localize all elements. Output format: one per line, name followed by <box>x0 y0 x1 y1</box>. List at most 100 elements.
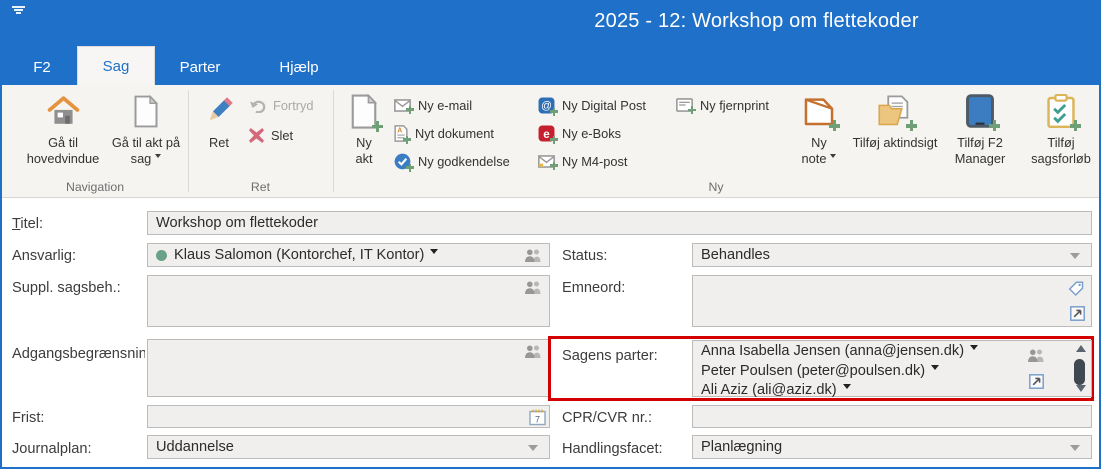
journalplan-dropdown[interactable]: Uddannelse <box>147 435 550 459</box>
sagens-parter-field[interactable]: Anna Isabella Jensen (anna@jensen.dk) Pe… <box>692 340 1092 397</box>
plus-badge-icon <box>688 106 696 114</box>
plus-badge-icon <box>906 120 917 131</box>
status-label: Status: <box>562 248 607 264</box>
add-f2-manager-label: Tilføj F2 Manager <box>955 135 1006 166</box>
undo-button[interactable]: Fortryd <box>249 95 314 115</box>
people-icon[interactable] <box>523 345 542 359</box>
remote-print-icon <box>676 98 693 112</box>
titel-field[interactable]: Workshop om flettekoder <box>147 211 1092 235</box>
edit-label: Ret <box>209 135 229 150</box>
scroll-down-icon[interactable] <box>1076 385 1086 392</box>
sagens-parter-highlight-box: Sagens parter: Anna Isabella Jensen (ann… <box>548 336 1094 401</box>
party-entry[interactable]: Ali Aziz (ali@aziz.dk) <box>701 381 1083 401</box>
presence-dot-icon <box>156 250 167 261</box>
status-dropdown[interactable]: Behandles <box>692 243 1092 267</box>
ribbon: Gå til hovedvindue Gå til akt på sag Nav… <box>2 85 1099 198</box>
group-label-ret: Ret <box>188 180 333 194</box>
email-icon <box>394 99 411 112</box>
parties-scrollbar[interactable] <box>1073 344 1088 393</box>
delete-label: Slet <box>271 128 293 143</box>
home-icon <box>16 89 110 133</box>
new-remote-print-label: Ny fjernprint <box>700 98 769 113</box>
journalplan-label: Journalplan: <box>12 441 92 457</box>
plus-badge-icon <box>550 162 558 170</box>
ribbon-group-separator <box>333 90 334 192</box>
tab-parter[interactable]: Parter <box>155 49 245 85</box>
people-icon[interactable] <box>1026 349 1045 363</box>
go-to-main-window-button[interactable]: Gå til hovedvindue <box>16 89 110 181</box>
plus-badge-icon <box>406 106 414 114</box>
adgangsbegraensning-field[interactable] <box>147 339 550 397</box>
app-menu-arrow-icon[interactable] <box>11 6 25 16</box>
undo-icon <box>249 98 266 113</box>
new-approval-button[interactable]: Ny godkendelse <box>394 151 510 171</box>
new-record-icon <box>340 89 388 133</box>
new-record-button[interactable]: Ny akt <box>340 89 388 181</box>
plus-badge-icon <box>406 164 414 172</box>
tablet-icon <box>940 89 1020 133</box>
suppl-sagsbeh-label: Suppl. sagsbeh.: <box>12 280 121 296</box>
frist-label: Frist: <box>12 410 44 426</box>
m4-post-icon <box>538 155 555 168</box>
new-email-label: Ny e-mail <box>418 98 472 113</box>
cpr-cvr-field[interactable] <box>692 405 1092 428</box>
tab-sag[interactable]: Sag <box>77 46 155 85</box>
new-digital-post-label: Ny Digital Post <box>562 98 646 113</box>
delete-x-icon <box>249 128 264 143</box>
emneord-field[interactable] <box>692 275 1092 327</box>
plus-badge-icon <box>989 120 1000 131</box>
scrollbar-thumb[interactable] <box>1074 359 1085 385</box>
add-case-process-button[interactable]: Tilføj sagsforløb <box>1022 89 1100 181</box>
people-icon[interactable] <box>523 281 542 295</box>
titel-label: Titel: <box>12 216 43 232</box>
add-f2-manager-button[interactable]: Tilføj F2 Manager <box>940 89 1020 181</box>
folder-document-icon <box>852 89 938 133</box>
titel-value: Workshop om flettekoder <box>156 215 318 231</box>
new-digital-post-button[interactable]: @ Ny Digital Post <box>538 95 646 115</box>
add-access-request-button[interactable]: Tilføj aktindsigt <box>852 89 938 181</box>
svg-text:A: A <box>397 127 402 134</box>
document-icon <box>108 89 184 133</box>
cpr-cvr-label: CPR/CVR nr.: <box>562 410 652 426</box>
pencil-icon <box>196 89 242 133</box>
calendar-icon[interactable]: 7 <box>529 408 546 426</box>
tag-icon[interactable] <box>1068 281 1084 297</box>
suppl-sagsbeh-field[interactable] <box>147 275 550 327</box>
note-icon <box>790 89 848 133</box>
scroll-up-icon[interactable] <box>1076 345 1086 352</box>
go-to-record-on-case-button[interactable]: Gå til akt på sag <box>108 89 184 181</box>
people-icon[interactable] <box>523 249 542 263</box>
ribbon-tab-strip: F2 Sag Parter Hjælp <box>14 45 341 85</box>
plus-badge-icon <box>550 136 558 144</box>
titlebar: 2025 - 12: Workshop om flettekoder F2 Sa… <box>2 0 1099 85</box>
new-email-button[interactable]: Ny e-mail <box>394 95 472 115</box>
new-document-icon: A <box>394 125 408 142</box>
new-approval-label: Ny godkendelse <box>418 154 510 169</box>
handlingsfacet-dropdown[interactable]: Planlægning <box>692 435 1092 459</box>
new-m4-post-button[interactable]: Ny M4-post <box>538 151 627 171</box>
digital-post-icon: @ <box>538 97 555 114</box>
f2-case-window: 2025 - 12: Workshop om flettekoder F2 Sa… <box>0 0 1101 469</box>
handlingsfacet-value: Planlægning <box>701 439 782 455</box>
go-to-record-on-case-label: Gå til akt på sag <box>112 135 180 166</box>
status-value: Behandles <box>701 247 770 263</box>
expand-icon[interactable] <box>1070 306 1085 321</box>
plus-badge-icon <box>829 120 840 131</box>
new-remote-print-button[interactable]: Ny fjernprint <box>676 95 769 115</box>
ansvarlig-label: Ansvarlig: <box>12 248 76 264</box>
plus-badge-icon <box>550 108 558 116</box>
ansvarlig-field[interactable]: Klaus Salomon (Kontorchef, IT Kontor) <box>147 243 550 267</box>
new-eboks-button[interactable]: e Ny e-Boks <box>538 123 621 143</box>
new-m4-post-label: Ny M4-post <box>562 154 627 169</box>
tab-f2[interactable]: F2 <box>14 49 70 85</box>
tab-hjaelp[interactable]: Hjælp <box>257 49 341 85</box>
expand-icon[interactable] <box>1029 374 1044 389</box>
new-eboks-label: Ny e-Boks <box>562 126 621 141</box>
edit-button[interactable]: Ret <box>196 89 242 181</box>
new-note-button[interactable]: Ny note <box>790 89 848 181</box>
frist-field[interactable]: 7 <box>147 405 550 428</box>
new-document-button[interactable]: A Nyt dokument <box>394 123 494 143</box>
delete-button[interactable]: Slet <box>249 125 293 145</box>
group-label-ny: Ny <box>333 180 1099 194</box>
party-entry[interactable]: Peter Poulsen (peter@poulsen.dk) <box>701 362 1083 382</box>
